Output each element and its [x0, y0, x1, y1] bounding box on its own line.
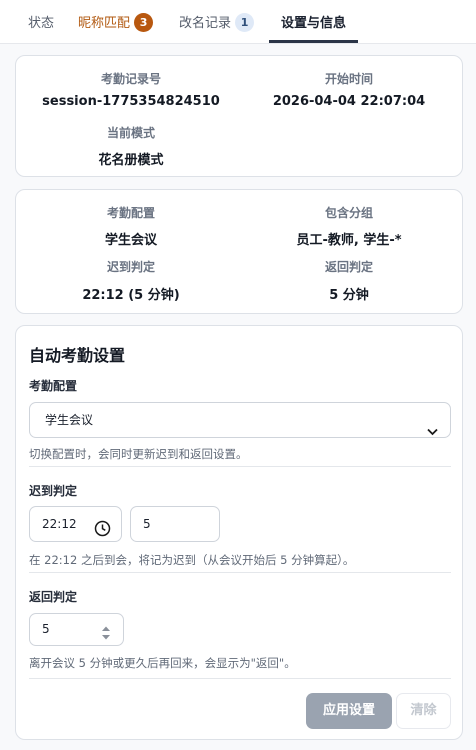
tab-rename-log-label: 改名记录	[179, 16, 232, 31]
start-time-label: 开始时间	[324, 72, 373, 86]
auto-attendance-settings-card: 自动考勤设置 考勤配置 学生会议 切换配置时，会同时更新迟到和返回设置。 迟到判…	[15, 325, 463, 740]
config-name-value: 学生会议	[104, 233, 157, 248]
mode-label: 当前模式	[106, 126, 155, 140]
late-rule-label: 迟到判定	[106, 260, 155, 274]
settings-title: 自动考勤设置	[29, 346, 126, 365]
tab-settings-info-label: 设置与信息	[281, 16, 347, 31]
return-rule-value: 5 分钟	[329, 288, 369, 303]
groups-value: 员工-教师, 学生-*	[296, 233, 402, 248]
config-field-label: 考勤配置	[29, 379, 78, 393]
late-rule-value: 22:12 (5 分钟)	[82, 288, 180, 303]
session-info-card: 考勤记录号 session-1775354824510 开始时间 2026-04…	[15, 55, 463, 177]
tab-nickname-match[interactable]: 昵称匹配 3	[78, 0, 154, 44]
config-info-card: 考勤配置 学生会议 包含分组 员工-教师, 学生-* 迟到判定 22:12 (5…	[15, 189, 463, 314]
late-minutes-input[interactable]: 5	[130, 506, 220, 542]
return-minutes-input[interactable]: 5	[29, 613, 124, 646]
tab-status[interactable]: 状态	[28, 0, 54, 44]
divider	[29, 466, 451, 467]
late-time-input[interactable]: 22:12	[29, 506, 122, 542]
tab-rename-log[interactable]: 改名记录 1	[179, 0, 255, 44]
late-time-value: 22:12	[42, 517, 77, 531]
rename-log-count-badge: 1	[235, 13, 255, 32]
groups-label: 包含分组	[324, 206, 373, 220]
tab-nickname-match-label: 昵称匹配	[78, 16, 131, 31]
late-minutes-value: 5	[143, 517, 151, 531]
late-hint: 在 22:12 之后到会，将记为迟到（从会议开始后 5 分钟算起）。	[29, 553, 355, 567]
session-id-label: 考勤记录号	[100, 72, 161, 86]
active-tab-indicator	[269, 40, 358, 43]
config-hint: 切换配置时，会同时更新迟到和返回设置。	[29, 447, 248, 461]
return-field-label: 返回判定	[29, 590, 78, 604]
chevron-down-icon	[427, 415, 438, 449]
apply-settings-button[interactable]: 应用设置	[306, 693, 392, 729]
config-select[interactable]: 学生会议	[29, 402, 451, 438]
config-select-value: 学生会议	[45, 413, 94, 427]
start-time-value: 2026-04-04 22:07:04	[272, 94, 426, 109]
tab-settings-info[interactable]: 设置与信息	[281, 0, 346, 44]
divider	[29, 572, 451, 573]
spinner-arrows-icon[interactable]	[101, 622, 111, 653]
clear-button[interactable]: 清除	[396, 693, 451, 729]
return-rule-label: 返回判定	[324, 260, 373, 274]
divider	[29, 678, 451, 679]
return-hint: 离开会议 5 分钟或更久后再回来，会显示为"返回"。	[29, 656, 296, 670]
tab-status-label: 状态	[28, 16, 55, 31]
late-field-label: 迟到判定	[29, 484, 78, 498]
mode-value: 花名册模式	[98, 153, 164, 168]
tab-bar: 状态 昵称匹配 3 改名记录 1 设置与信息	[0, 0, 476, 44]
session-id-value: session-1775354824510	[42, 94, 220, 109]
nickname-match-count-badge: 3	[134, 13, 154, 32]
return-minutes-value: 5	[42, 622, 50, 636]
config-name-label: 考勤配置	[106, 206, 155, 220]
clock-icon[interactable]	[94, 516, 111, 550]
